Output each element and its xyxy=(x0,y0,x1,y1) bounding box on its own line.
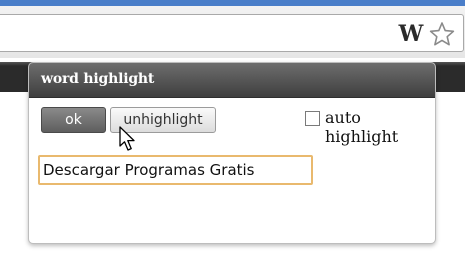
address-bar[interactable] xyxy=(0,14,464,52)
auto-highlight-label: auto highlight xyxy=(325,108,399,146)
mouse-pointer-icon xyxy=(119,126,135,151)
popup-title: word highlight xyxy=(41,71,155,87)
popup-header: word highlight xyxy=(29,63,435,98)
star-icon[interactable] xyxy=(429,21,455,47)
word-highlight-popup: word highlight ok unhighlight auto highl… xyxy=(28,62,436,244)
auto-highlight-checkbox[interactable] xyxy=(305,111,320,126)
w-extension-icon[interactable]: W xyxy=(398,22,424,46)
ok-button[interactable]: ok xyxy=(41,107,106,133)
search-input[interactable]: Descargar Programas Gratis xyxy=(38,155,313,185)
